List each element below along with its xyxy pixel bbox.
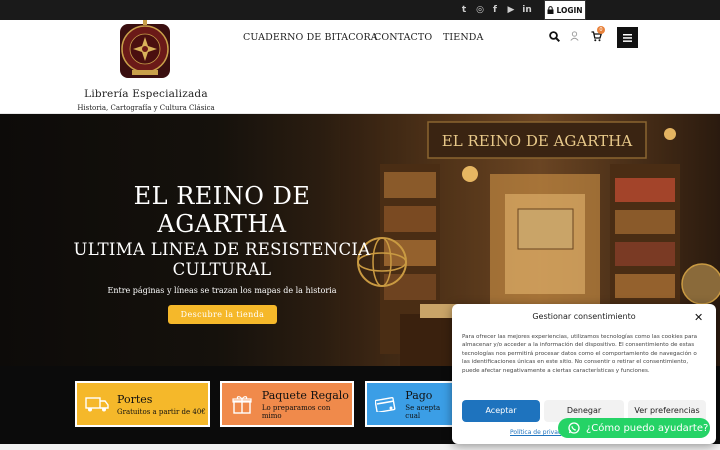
globe — [681, 263, 720, 305]
logo[interactable] — [118, 20, 172, 80]
consent-text: Para ofrecer las mejores experiencias, u… — [462, 334, 698, 374]
lamp-icon — [664, 128, 676, 140]
lamp-icon — [462, 166, 478, 182]
brand-name: Librería Especializada — [84, 88, 208, 100]
linkedin-icon[interactable]: in — [521, 4, 533, 16]
feature-subtitle: Lo preparamos con mimo — [261, 403, 331, 420]
facebook-icon[interactable]: f — [489, 4, 501, 16]
whatsapp-label: ¿Cómo puedo ayudarte? — [586, 422, 709, 434]
hero-title: EL REINO DE AGARTHA — [133, 182, 311, 238]
search-icon[interactable] — [549, 31, 560, 42]
login-button[interactable]: LOGIN — [544, 0, 586, 20]
feature-title: Paquete Regalo — [261, 388, 349, 402]
feature-paquete-regalo[interactable]: Paquete Regalo Lo preparamos con mimo — [220, 381, 354, 427]
whatsapp-icon — [568, 422, 580, 434]
user-icon[interactable] — [570, 31, 579, 41]
lock-icon — [547, 6, 554, 14]
top-bar: t ◎ f ▶ in LOGIN — [0, 0, 720, 20]
feature-title: Pago — [405, 388, 433, 402]
credit-card-icon — [375, 396, 396, 412]
login-label: LOGIN — [556, 5, 583, 15]
footer-strip — [0, 444, 720, 450]
shop-sign: EL REINO DE AGARTHA — [442, 132, 633, 150]
hamburger-icon — [623, 33, 632, 42]
shop-cta-button[interactable]: Descubre la tienda — [168, 305, 277, 324]
feature-pago[interactable]: Pago Se acepta cual — [365, 381, 455, 427]
feature-subtitle: Se acepta cual — [405, 403, 441, 420]
twitter-icon[interactable]: t — [458, 4, 470, 16]
nav-tienda[interactable]: TIENDA — [443, 32, 483, 43]
cart-count-badge: 0 — [597, 26, 605, 34]
hero-tagline: Entre páginas y líneas se trazan los map… — [107, 286, 337, 295]
nav-contacto[interactable]: CONTACTO — [374, 32, 432, 43]
close-icon[interactable]: ✕ — [694, 311, 703, 324]
gift-icon — [232, 396, 252, 414]
whatsapp-chat-button[interactable]: ¿Cómo puedo ayudarte? — [558, 418, 710, 438]
feature-title: Portes — [117, 392, 153, 406]
truck-icon — [85, 397, 109, 412]
nav-cuaderno-de-bitacora[interactable]: CUADERNO DE BITACORA — [243, 32, 378, 43]
consent-title: Gestionar consentimiento — [532, 312, 636, 321]
privacy-policy-link[interactable]: Política de privac — [510, 429, 561, 436]
brand-subtitle: Historia, Cartografía y Cultura Clásica — [77, 104, 215, 112]
youtube-icon[interactable]: ▶ — [505, 4, 517, 16]
instagram-icon[interactable]: ◎ — [474, 4, 486, 16]
feature-portes[interactable]: Portes Gratuitos a partir de 40€ — [75, 381, 210, 427]
accept-button[interactable]: Aceptar — [462, 400, 540, 422]
site-header: Librería Especializada Historia, Cartogr… — [0, 20, 720, 114]
feature-subtitle: Gratuitos a partir de 40€ — [117, 407, 206, 416]
menu-button[interactable] — [617, 27, 638, 48]
hero-subtitle: ULTIMA LINEA DE RESISTENCIA CULTURAL — [73, 240, 371, 279]
